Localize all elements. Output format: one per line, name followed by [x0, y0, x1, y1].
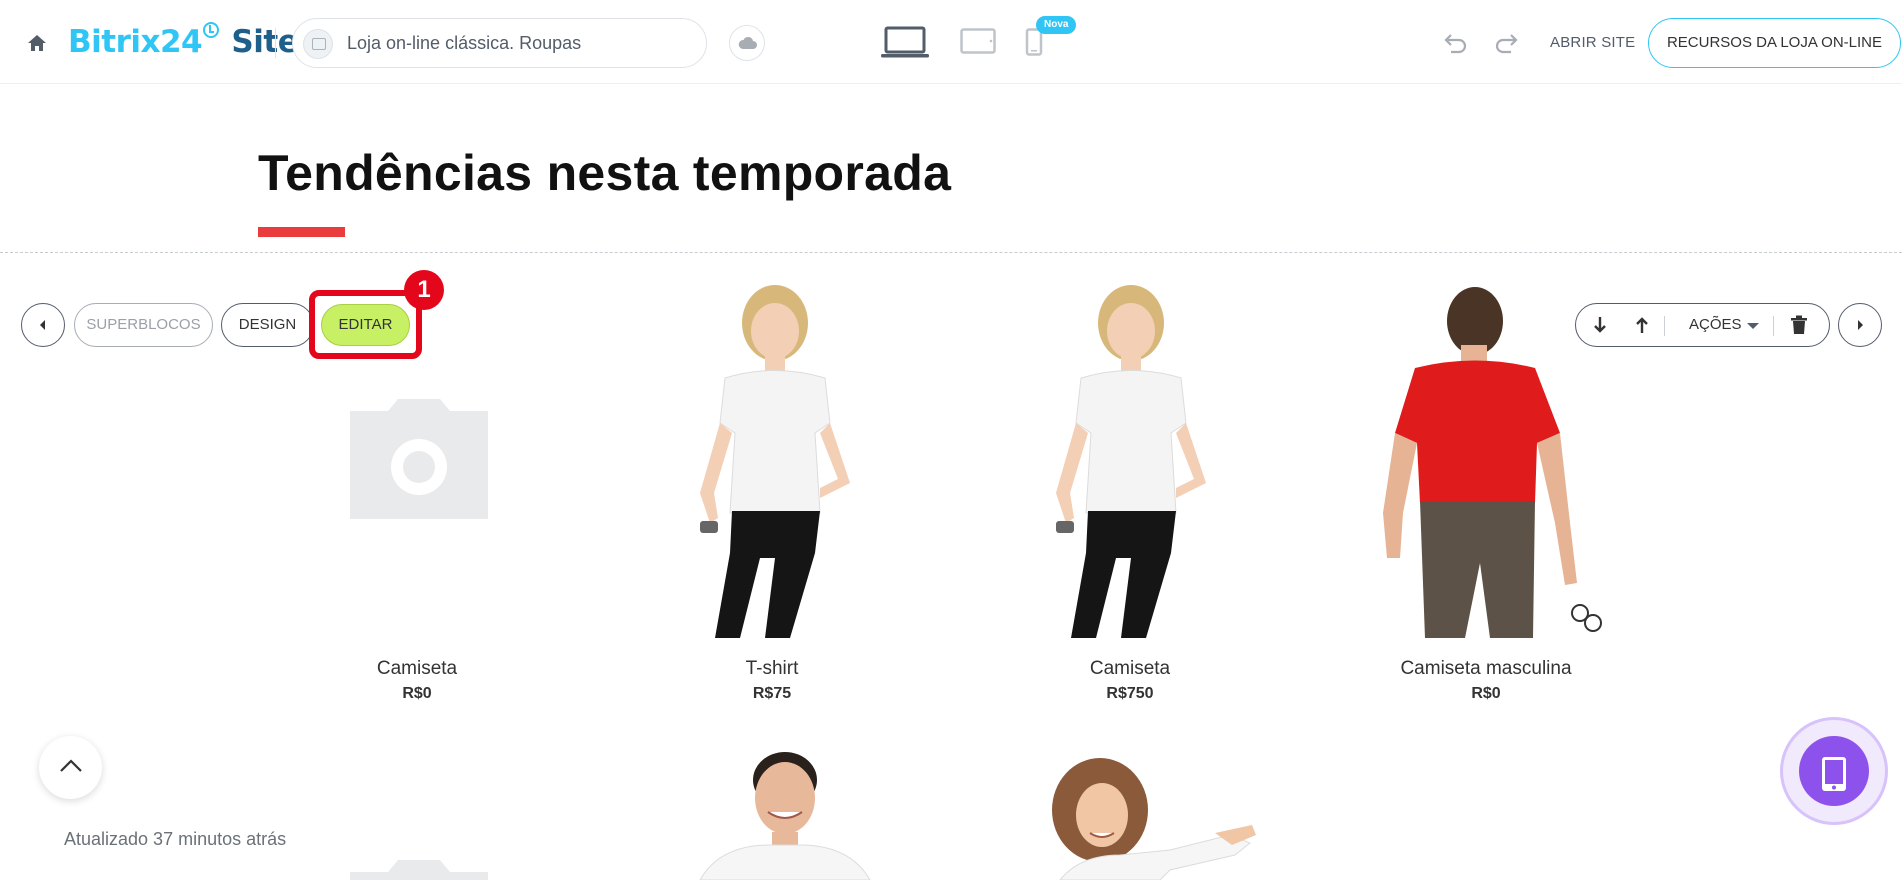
undo-icon[interactable] [1443, 32, 1469, 54]
product-image-woman-pointing[interactable] [1020, 755, 1260, 880]
block-right-arrow-button[interactable] [1838, 303, 1882, 347]
clock-icon [203, 22, 220, 38]
camera-placeholder-icon[interactable] [350, 858, 488, 880]
home-icon[interactable] [26, 32, 48, 54]
mobile-preview-button[interactable] [1780, 717, 1888, 825]
editor-top-bar: Bitrix24 Sites Loja on-line clássica. Ro… [0, 0, 1902, 84]
product-price: R$0 [1471, 685, 1501, 702]
product-name[interactable]: Camiseta [980, 658, 1280, 680]
product-card[interactable]: Camiseta R$750 [980, 658, 1280, 703]
smartphone-icon [1822, 757, 1846, 791]
last-updated-text: Atualizado 37 minutos atrás [64, 829, 287, 849]
cloud-icon [738, 36, 757, 49]
product-image-man-red-tshirt[interactable] [1365, 283, 1615, 638]
block-left-arrow-button[interactable] [21, 303, 65, 347]
scroll-to-top-button[interactable] [39, 736, 102, 799]
chevron-up-icon [60, 759, 82, 772]
site-name: Loja on-line clássica. Roupas [347, 33, 582, 53]
tablet-view-icon[interactable] [960, 28, 996, 56]
product-name[interactable]: Camiseta [267, 658, 567, 680]
title-underline [258, 227, 345, 237]
block-title[interactable]: Tendências nesta temporada [258, 144, 951, 202]
design-button[interactable]: DESIGN [221, 303, 314, 347]
caret-left-icon [40, 320, 45, 330]
product-name[interactable]: T-shirt [622, 658, 922, 680]
publish-cloud-button[interactable] [729, 25, 765, 61]
product-image-woman-white-tshirt[interactable] [680, 283, 870, 638]
caret-right-icon [1858, 320, 1863, 330]
product-price: R$0 [402, 685, 432, 702]
site-thumbnail-icon [303, 29, 333, 59]
camera-placeholder-icon[interactable] [350, 397, 488, 519]
product-card[interactable]: T-shirt R$75 [622, 658, 922, 703]
site-selector[interactable]: Loja on-line clássica. Roupas [292, 18, 707, 68]
product-price: R$75 [752, 685, 792, 702]
superblocks-button[interactable]: SUPERBLOCOS [74, 303, 213, 347]
product-name[interactable]: Camiseta masculina [1336, 658, 1636, 680]
divider [1773, 316, 1774, 336]
move-up-icon[interactable] [1632, 315, 1652, 335]
actions-dropdown[interactable]: AÇÕES [1689, 316, 1742, 333]
open-site-link[interactable]: ABRIR SITE [1550, 34, 1635, 51]
desktop-view-icon[interactable] [880, 26, 930, 60]
redo-icon[interactable] [1493, 32, 1519, 54]
trash-icon[interactable] [1790, 315, 1808, 335]
bitrix24-sites-logo[interactable]: Bitrix24 Sites [68, 22, 317, 60]
product-card[interactable]: Camiseta masculina R$0 [1336, 658, 1636, 703]
product-card[interactable]: Camiseta R$0 [267, 658, 567, 703]
divider [275, 28, 276, 58]
store-resources-button[interactable]: RECURSOS DA LOJA ON-LINE [1648, 18, 1901, 68]
product-image-woman-white-tshirt[interactable] [1036, 283, 1226, 638]
new-badge: Nova [1036, 16, 1077, 34]
product-price: R$750 [1106, 685, 1154, 702]
edit-button[interactable]: EDITAR [321, 304, 410, 346]
product-image-man-white-tshirt[interactable] [680, 740, 880, 880]
step-number-badge: 1 [404, 270, 444, 310]
chevron-down-icon [1747, 323, 1759, 329]
block-separator [0, 252, 1902, 253]
divider [1664, 316, 1665, 336]
